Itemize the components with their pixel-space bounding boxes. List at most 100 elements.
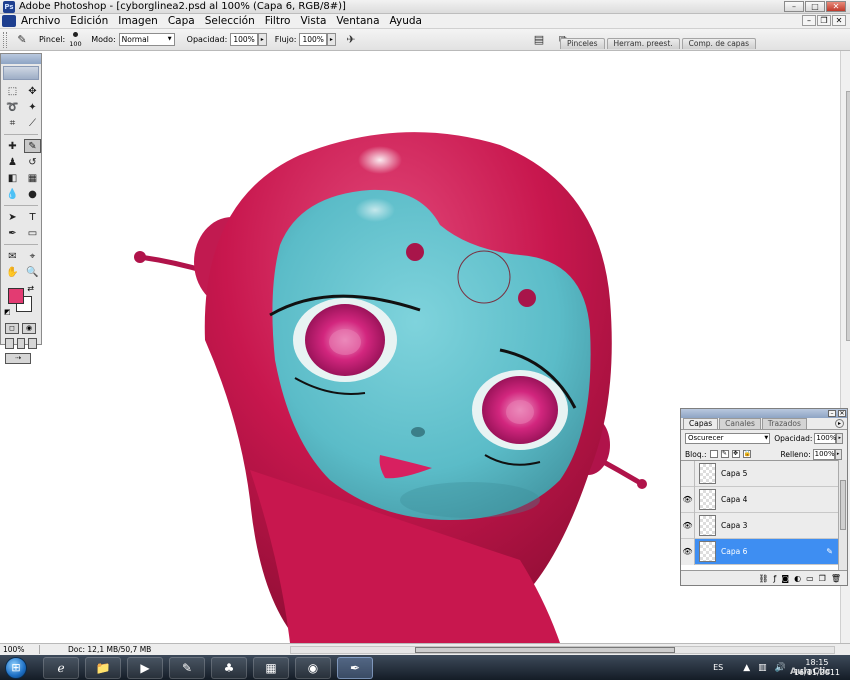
quick-mask-mode-button[interactable]: ◉ — [22, 323, 36, 334]
menu-archivo[interactable]: Archivo — [16, 15, 65, 27]
palette-menu-icon[interactable]: ▸ — [835, 419, 844, 428]
new-layer-icon[interactable]: ❐ — [819, 574, 826, 583]
eye-icon[interactable]: 👁 — [681, 512, 695, 539]
horizontal-scrollbar[interactable] — [290, 646, 835, 654]
foreground-color-swatch[interactable] — [8, 288, 24, 304]
close-button[interactable]: ✕ — [826, 1, 846, 12]
opacidad-input[interactable]: 100% — [230, 33, 258, 46]
doc-restore-button[interactable]: ❐ — [817, 15, 831, 26]
media-player-icon[interactable]: ▶ — [127, 656, 163, 679]
shape-tool-icon[interactable]: ▭ — [24, 226, 41, 240]
full-screen-menu-button[interactable] — [16, 338, 26, 349]
trash-icon[interactable]: 🗑 — [831, 574, 841, 583]
layer-opacidad-slider-button[interactable]: ▸ — [836, 433, 843, 444]
layer-row-capa-5[interactable]: Capa 5 — [681, 461, 839, 487]
lasso-tool-icon[interactable]: ➰ — [4, 100, 21, 114]
brush-tool-icon[interactable]: ✎ — [24, 139, 41, 153]
swap-colors-icon[interactable]: ⇄ — [27, 284, 34, 293]
menu-ayuda[interactable]: Ayuda — [385, 15, 427, 27]
standard-mode-button[interactable]: ◻ — [5, 323, 19, 334]
zoom-level[interactable]: 100% — [0, 645, 40, 654]
crop-tool-icon[interactable]: ⌗ — [4, 116, 21, 130]
chrome-icon[interactable]: ◉ — [295, 656, 331, 679]
slice-tool-icon[interactable]: ⟋ — [24, 116, 41, 130]
blur-tool-icon[interactable]: 💧 — [4, 187, 21, 201]
pen-tool-icon[interactable]: ✒ — [4, 226, 21, 240]
internet-explorer-icon[interactable]: ℯ — [43, 656, 79, 679]
maximize-button[interactable]: □ — [805, 1, 825, 12]
move-tool-icon[interactable]: ✥ — [24, 84, 41, 98]
clone-stamp-tool-icon[interactable]: ♟ — [4, 155, 21, 169]
modo-select[interactable]: Normal ▼ — [118, 33, 175, 46]
lock-image-icon[interactable]: ✎ — [720, 450, 729, 458]
language-indicator[interactable]: ES — [713, 663, 723, 672]
photoshop-taskbar-icon[interactable]: ✒ — [337, 656, 373, 679]
doc-close-button[interactable]: ✕ — [832, 15, 846, 26]
lock-position-icon[interactable]: ✥ — [731, 450, 740, 458]
layer-row-capa-4[interactable]: 👁 Capa 4 — [681, 486, 839, 513]
layers-scroll-thumb[interactable] — [840, 480, 846, 530]
dodge-tool-icon[interactable]: ● — [24, 187, 41, 201]
menu-edicion[interactable]: Edición — [65, 15, 113, 27]
menu-imagen[interactable]: Imagen — [113, 15, 163, 27]
tab-capas[interactable]: Capas — [683, 418, 719, 429]
jump-to-imageready-button[interactable]: ⇢ — [5, 353, 31, 364]
network-icon[interactable]: ▥ — [758, 663, 767, 673]
airbrush-icon[interactable]: ✈ — [342, 31, 360, 49]
options-grip[interactable] — [3, 31, 7, 48]
zoom-tool-icon[interactable]: 🔍 — [24, 265, 41, 279]
magic-wand-tool-icon[interactable]: ✦ — [24, 100, 41, 114]
relleno-slider-button[interactable]: ▸ — [834, 448, 842, 460]
full-screen-button[interactable] — [28, 338, 38, 349]
tab-herram-preest[interactable]: Herram. preest. — [606, 38, 680, 49]
screen-capture-icon[interactable]: ▦ — [253, 656, 289, 679]
menu-filtro[interactable]: Filtro — [260, 15, 296, 27]
tab-pinceles[interactable]: Pinceles — [560, 38, 605, 49]
vertical-scroll-thumb[interactable] — [846, 91, 850, 341]
doc-minimize-button[interactable]: – — [802, 15, 816, 26]
tools-palette-titlebar[interactable] — [1, 54, 41, 64]
visibility-toggle[interactable] — [681, 461, 695, 487]
path-selection-tool-icon[interactable]: ➤ — [4, 210, 21, 224]
layer-row-capa-3[interactable]: 👁 Capa 3 — [681, 512, 839, 539]
default-colors-icon[interactable]: ◩ — [4, 308, 11, 316]
document-icon[interactable] — [2, 15, 16, 27]
eraser-tool-icon[interactable]: ◧ — [4, 171, 21, 185]
eye-icon[interactable]: 👁 — [681, 486, 695, 513]
minimize-button[interactable]: – — [784, 1, 804, 12]
history-brush-tool-icon[interactable]: ↺ — [24, 155, 41, 169]
adjustment-layer-icon[interactable]: ◐ — [794, 574, 801, 583]
lock-transparency-icon[interactable] — [709, 450, 718, 458]
link-layers-icon[interactable]: ⛓ — [758, 574, 768, 583]
layer-opacidad-input[interactable]: 100% — [814, 433, 836, 444]
relleno-input[interactable]: 100% — [812, 448, 835, 460]
new-group-icon[interactable]: ▭ — [806, 574, 814, 583]
brush-picker[interactable]: 100 — [69, 31, 83, 49]
layer-style-icon[interactable]: ƒ — [774, 574, 777, 583]
hand-tool-icon[interactable]: ✋ — [4, 265, 21, 279]
eye-icon[interactable]: 👁 — [681, 538, 695, 565]
standard-screen-button[interactable] — [5, 338, 14, 349]
tab-trazados[interactable]: Trazados — [761, 418, 807, 429]
adobe-online-button[interactable] — [3, 66, 39, 80]
menu-ventana[interactable]: Ventana — [331, 15, 384, 27]
menu-vista[interactable]: Vista — [295, 15, 331, 27]
notes-tool-icon[interactable]: ✉ — [4, 249, 21, 263]
healing-brush-tool-icon[interactable]: ✚ — [4, 139, 21, 153]
app-icon[interactable]: ✎ — [169, 656, 205, 679]
palette-minimize-button[interactable]: – — [828, 410, 836, 417]
brush-tool-preset-icon[interactable]: ✎ — [13, 31, 31, 49]
folder-icon[interactable]: 📁 — [85, 656, 121, 679]
volume-icon[interactable]: 🔊 — [775, 663, 786, 673]
tab-comp-de-capas[interactable]: Comp. de capas — [681, 38, 757, 49]
flujo-slider-button[interactable]: ▸ — [326, 33, 336, 46]
menu-capa[interactable]: Capa — [163, 15, 200, 27]
flujo-input[interactable]: 100% — [299, 33, 327, 46]
horizontal-scroll-thumb[interactable] — [415, 647, 675, 653]
tab-canales[interactable]: Canales — [719, 418, 761, 429]
opacidad-slider-button[interactable]: ▸ — [257, 33, 267, 46]
menu-seleccion[interactable]: Selección — [200, 15, 260, 27]
layers-palette-titlebar[interactable]: – ✕ — [681, 409, 847, 418]
palette-close-button[interactable]: ✕ — [838, 410, 846, 417]
layer-row-capa-6[interactable]: 👁 Capa 6 ✎ — [681, 538, 839, 565]
